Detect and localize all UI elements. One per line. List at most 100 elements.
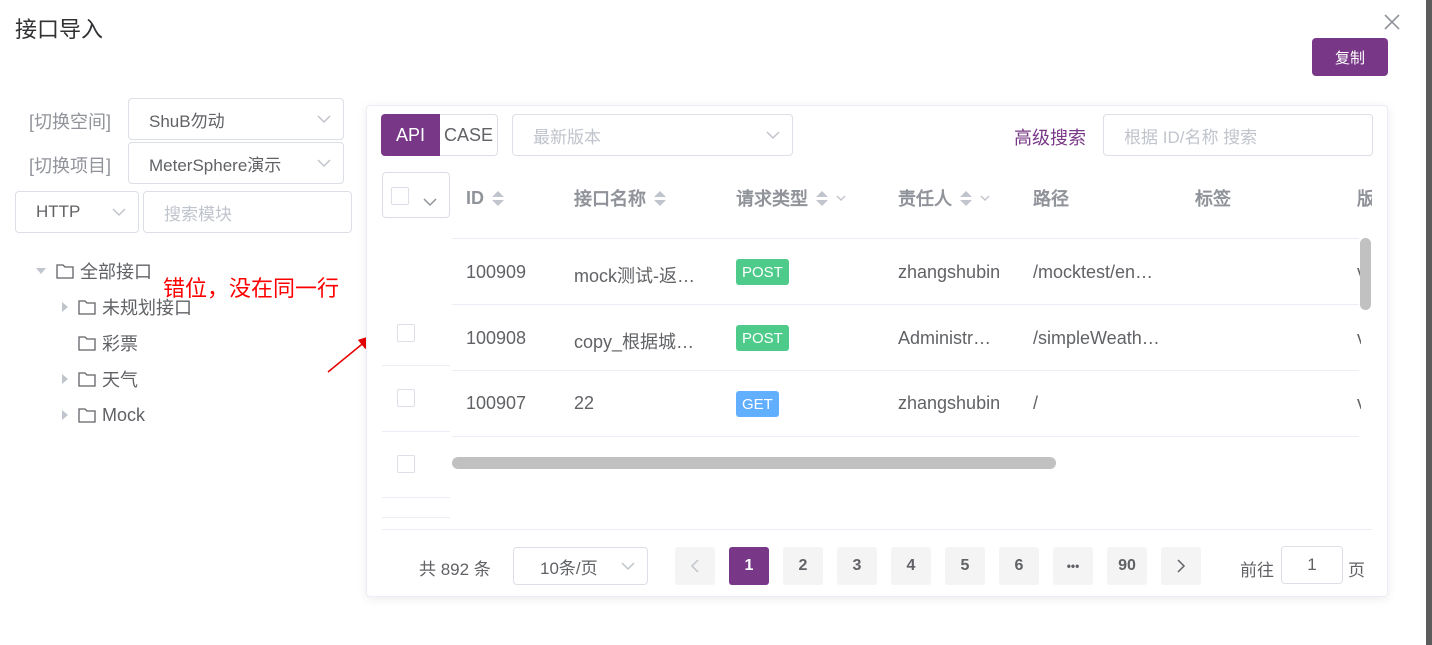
- sort-icon[interactable]: [492, 190, 504, 206]
- version-placeholder: 最新版本: [533, 127, 601, 147]
- column-header-owner[interactable]: 责任人: [898, 185, 990, 211]
- sort-icon[interactable]: [816, 190, 828, 206]
- page-button-5[interactable]: 5: [945, 547, 985, 585]
- copy-button[interactable]: 复制: [1312, 38, 1388, 76]
- advanced-search-link[interactable]: 高级搜索: [1014, 124, 1086, 150]
- page-button-2[interactable]: 2: [783, 547, 823, 585]
- folder-icon: [56, 264, 74, 279]
- column-header-path: 路径: [1033, 189, 1069, 209]
- cell-id: 100909: [466, 262, 527, 282]
- chevron-down-icon: [112, 208, 126, 217]
- page-button-90[interactable]: 90: [1107, 547, 1147, 585]
- chevron-left-icon: [690, 559, 699, 573]
- vertical-scrollbar[interactable]: [1360, 238, 1371, 310]
- row-checkbox[interactable]: [397, 324, 415, 342]
- column-header-name[interactable]: 接口名称: [574, 185, 666, 211]
- protocol-select[interactable]: HTTP: [15, 191, 139, 233]
- cell-owner: zhangshubin: [898, 393, 1001, 413]
- folder-icon: [78, 300, 96, 315]
- sort-icon[interactable]: [960, 190, 972, 206]
- cell-name: 22: [574, 393, 595, 413]
- cell-owner: Administr…: [898, 328, 992, 348]
- tree-node-mock[interactable]: Mock: [36, 397, 192, 433]
- page-button-6[interactable]: 6: [999, 547, 1039, 585]
- column-header-tags: 标签: [1195, 189, 1231, 209]
- goto-label: 前往: [1240, 561, 1274, 580]
- select-all-dropdown[interactable]: [382, 172, 450, 218]
- next-page-button[interactable]: [1161, 547, 1201, 585]
- column-header-version: 版: [1357, 189, 1372, 209]
- page-button-1[interactable]: 1: [729, 547, 769, 585]
- total-count: 共 892 条: [419, 560, 491, 579]
- annotation-text: 错位，没在同一行: [163, 276, 340, 301]
- chevron-down-icon[interactable]: [423, 197, 437, 207]
- cell-path: /: [1033, 393, 1039, 413]
- method-badge: POST: [736, 259, 789, 285]
- module-search-placeholder: 搜索模块: [164, 204, 232, 224]
- chevron-down-icon: [621, 562, 635, 571]
- select-all-checkbox[interactable]: [391, 187, 409, 205]
- space-label: [切换空间]: [29, 112, 112, 132]
- project-select-value: MeterSphere演示: [149, 155, 282, 175]
- cell-id: 100907: [466, 393, 527, 413]
- cell-id: 100908: [466, 328, 527, 348]
- more-pages-button[interactable]: •••: [1053, 547, 1093, 585]
- method-badge: POST: [736, 325, 789, 351]
- prev-page-button[interactable]: [675, 547, 715, 585]
- cell-name: mock测试-返…: [574, 266, 695, 286]
- filter-chevron-icon[interactable]: [836, 194, 846, 202]
- close-icon[interactable]: [1380, 10, 1404, 34]
- version-select[interactable]: 最新版本: [512, 114, 793, 156]
- protocol-select-value: HTTP: [36, 202, 81, 221]
- caret-right-icon[interactable]: [62, 302, 68, 312]
- cell-version: v: [1357, 393, 1361, 414]
- method-badge: GET: [736, 391, 779, 417]
- chevron-right-icon: [1177, 559, 1186, 573]
- tree-node-label: 天气: [102, 370, 138, 390]
- column-header-id[interactable]: ID: [466, 185, 504, 211]
- caret-right-icon[interactable]: [62, 410, 68, 420]
- background-edge: [1426, 0, 1432, 645]
- tree-node-lottery[interactable]: 彩票: [36, 325, 192, 361]
- folder-icon: [78, 336, 96, 351]
- column-header-method[interactable]: 请求类型: [736, 185, 846, 211]
- folder-icon: [78, 408, 96, 423]
- goto-page-input[interactable]: 1: [1281, 546, 1343, 584]
- caret-down-icon[interactable]: [36, 268, 46, 274]
- cell-owner: zhangshubin: [898, 262, 1001, 282]
- filter-chevron-icon[interactable]: [980, 194, 990, 202]
- dialog-title: 接口导入: [15, 17, 104, 42]
- space-select-value: ShuB勿动: [149, 111, 225, 131]
- page-size-value: 10条/页: [540, 558, 598, 578]
- chevron-down-icon: [766, 131, 780, 140]
- folder-icon: [78, 372, 96, 387]
- tree-node-label: 全部接口: [80, 262, 152, 282]
- cell-version: v: [1357, 328, 1361, 349]
- project-label: [切换项目]: [29, 156, 112, 176]
- sort-icon[interactable]: [654, 190, 666, 206]
- page-size-select[interactable]: 10条/页: [513, 547, 648, 585]
- tab-case[interactable]: CASE: [440, 114, 498, 156]
- space-select[interactable]: ShuB勿动: [128, 98, 344, 140]
- cell-path: /mocktest/en…: [1033, 262, 1154, 282]
- chevron-down-icon: [317, 115, 331, 124]
- page-button-3[interactable]: 3: [837, 547, 877, 585]
- caret-right-icon[interactable]: [62, 374, 68, 384]
- cell-path: /simpleWeath…: [1033, 328, 1160, 348]
- api-list-panel: [366, 105, 1388, 597]
- row-checkbox[interactable]: [397, 389, 415, 407]
- tree-node-label: 彩票: [102, 334, 138, 354]
- row-checkbox[interactable]: [397, 455, 415, 473]
- api-search-placeholder: 根据 ID/名称 搜索: [1124, 127, 1258, 147]
- api-search-input[interactable]: 根据 ID/名称 搜索: [1103, 114, 1373, 156]
- module-search-input[interactable]: 搜索模块: [143, 191, 352, 233]
- page-suffix: 页: [1348, 561, 1365, 580]
- tree-node-label: Mock: [102, 404, 146, 425]
- page-button-4[interactable]: 4: [891, 547, 931, 585]
- tree-node-weather[interactable]: 天气: [36, 361, 192, 397]
- project-select[interactable]: MeterSphere演示: [128, 142, 344, 184]
- tab-api[interactable]: API: [381, 114, 440, 156]
- horizontal-scrollbar[interactable]: [452, 457, 1056, 469]
- chevron-down-icon: [317, 159, 331, 168]
- cell-name: copy_根据城…: [574, 332, 695, 352]
